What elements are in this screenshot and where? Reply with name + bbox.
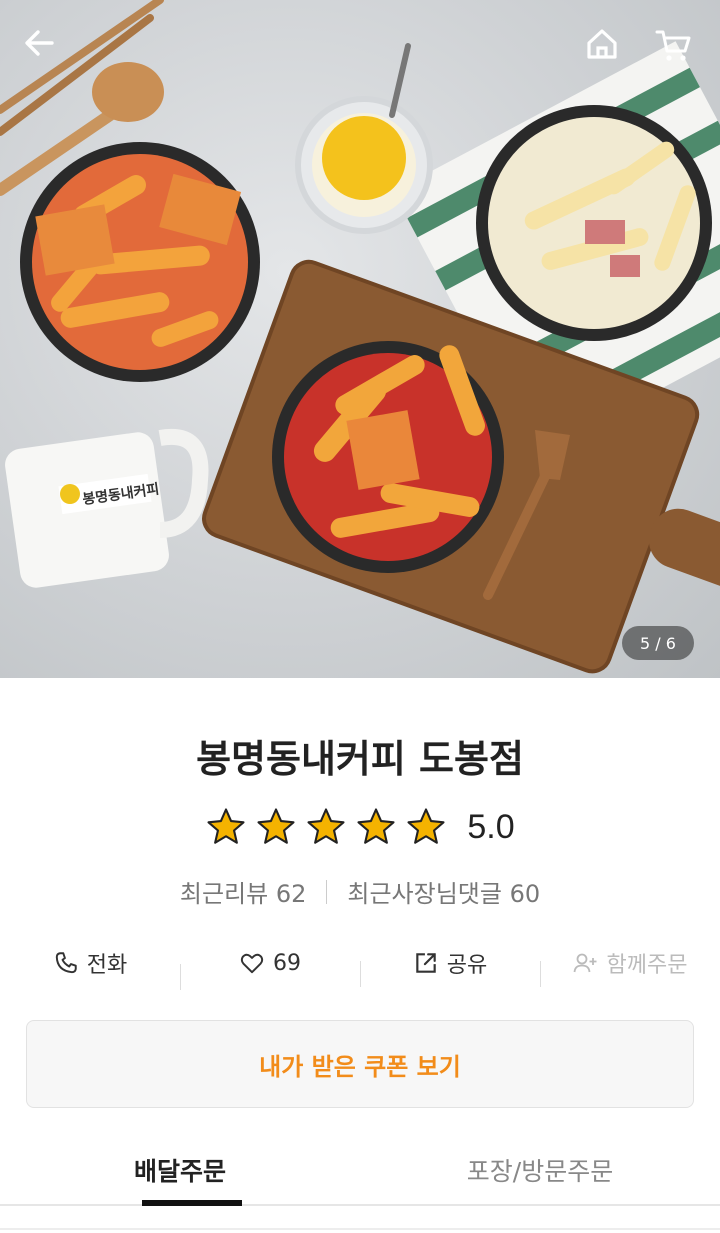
group-order-label: 함께주문 [606, 953, 688, 978]
star-icon [357, 808, 395, 844]
like-button[interactable]: 69 [180, 950, 360, 990]
tab-pickup-label: 포장/방문주문 [466, 1157, 614, 1186]
cart-icon [655, 30, 691, 61]
order-type-tabs: 배달주문 포장/방문주문 [0, 1140, 720, 1206]
store-name: 봉명동내커피 도봉점 [196, 737, 524, 781]
arrow-left-icon [25, 30, 54, 56]
share-label: 공유 [446, 953, 488, 978]
action-row: 전화 69 공유 함께주문 [0, 935, 720, 991]
tab-pickup[interactable]: 포장/방문주문 [360, 1140, 720, 1204]
active-tab-indicator [142, 1200, 242, 1206]
back-button[interactable] [22, 26, 66, 70]
owner-replies-link[interactable]: 최근사장님댓글 60 [347, 874, 540, 909]
review-summary: 최근리뷰 62 최근사장님댓글 60 [0, 874, 720, 909]
divider [326, 879, 328, 904]
add-person-icon [573, 953, 597, 973]
star-icon [207, 808, 245, 844]
rating-value: 5.0 [467, 807, 515, 846]
recent-reviews-link[interactable]: 최근리뷰 62 [180, 874, 307, 909]
my-coupons-button[interactable]: 내가 받은 쿠폰 보기 [26, 1020, 694, 1108]
heart-icon [240, 953, 264, 974]
cart-button[interactable] [654, 26, 698, 70]
phone-icon [55, 952, 77, 974]
home-button[interactable] [584, 26, 628, 70]
star-icon [307, 808, 345, 844]
tab-delivery-label: 배달주문 [133, 1157, 226, 1186]
star-icon [257, 808, 295, 844]
rating-stars [205, 806, 447, 848]
divider [0, 1228, 720, 1230]
home-icon [587, 29, 617, 59]
food-photo: 봉명동내커피 [0, 0, 720, 674]
group-order-button[interactable]: 함께주문 [540, 947, 720, 987]
call-button[interactable]: 전화 [0, 947, 180, 979]
share-button[interactable]: 공유 [360, 947, 540, 987]
tab-delivery[interactable]: 배달주문 [0, 1140, 360, 1206]
rating-row: 5.0 [0, 806, 720, 848]
star-icon [407, 808, 445, 844]
like-count: 69 [273, 950, 301, 976]
call-label: 전화 [86, 953, 128, 978]
share-icon [416, 953, 436, 973]
page-indicator: 5 / 6 [622, 626, 694, 660]
hero-image[interactable]: 봉명동내커피 5 / 6 [0, 0, 720, 678]
